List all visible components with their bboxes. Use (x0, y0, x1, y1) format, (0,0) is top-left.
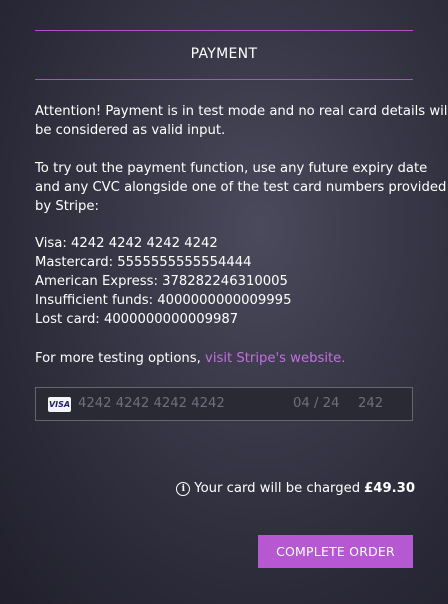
test-card-list: Visa: 4242 4242 4242 4242 Mastercard: 55… (35, 234, 420, 329)
complete-order-button[interactable]: COMPLETE ORDER (258, 535, 413, 568)
page-title: PAYMENT (190, 46, 258, 62)
notice-line: be considered as valid input. (35, 123, 226, 138)
test-card-insufficient-funds: Insufficient funds: 4000000000009995 (35, 293, 292, 308)
charge-amount: £49.30 (364, 481, 415, 496)
instruction-line: and any CVC alongside one of the test ca… (35, 180, 447, 195)
instruction-line: by Stripe: (35, 199, 99, 214)
notice-line: Attention! Payment is in test mode and n… (35, 104, 448, 119)
heading-bottom-rule (35, 79, 413, 80)
card-expiry-input[interactable]: 04 / 24 (293, 388, 339, 420)
test-card-mastercard: Mastercard: 5555555555554444 (35, 255, 252, 270)
info-icon: i (176, 481, 191, 496)
card-cvc-input[interactable]: 242 (358, 388, 383, 420)
charge-summary: i Your card will be charged £49.30 (176, 479, 415, 498)
card-number-input[interactable]: 4242 4242 4242 4242 (78, 388, 225, 420)
visa-card-icon: VISA (48, 397, 71, 412)
stripe-website-link[interactable]: visit Stripe's website. (205, 351, 345, 366)
test-card-amex: American Express: 378282246310005 (35, 274, 288, 289)
test-instructions: To try out the payment function, use any… (35, 159, 447, 216)
test-mode-notice: Attention! Payment is in test mode and n… (35, 102, 448, 140)
charge-text: Your card will be charged (194, 481, 361, 496)
more-testing-options: For more testing options, visit Stripe's… (35, 349, 420, 368)
card-input-field[interactable]: VISA 4242 4242 4242 4242 04 / 24 242 (35, 387, 413, 421)
more-options-text: For more testing options, (35, 351, 206, 366)
test-card-lost: Lost card: 4000000000009987 (35, 312, 239, 327)
heading-top-rule (35, 30, 413, 31)
test-card-visa: Visa: 4242 4242 4242 4242 (35, 236, 218, 251)
instruction-line: To try out the payment function, use any… (35, 161, 428, 176)
